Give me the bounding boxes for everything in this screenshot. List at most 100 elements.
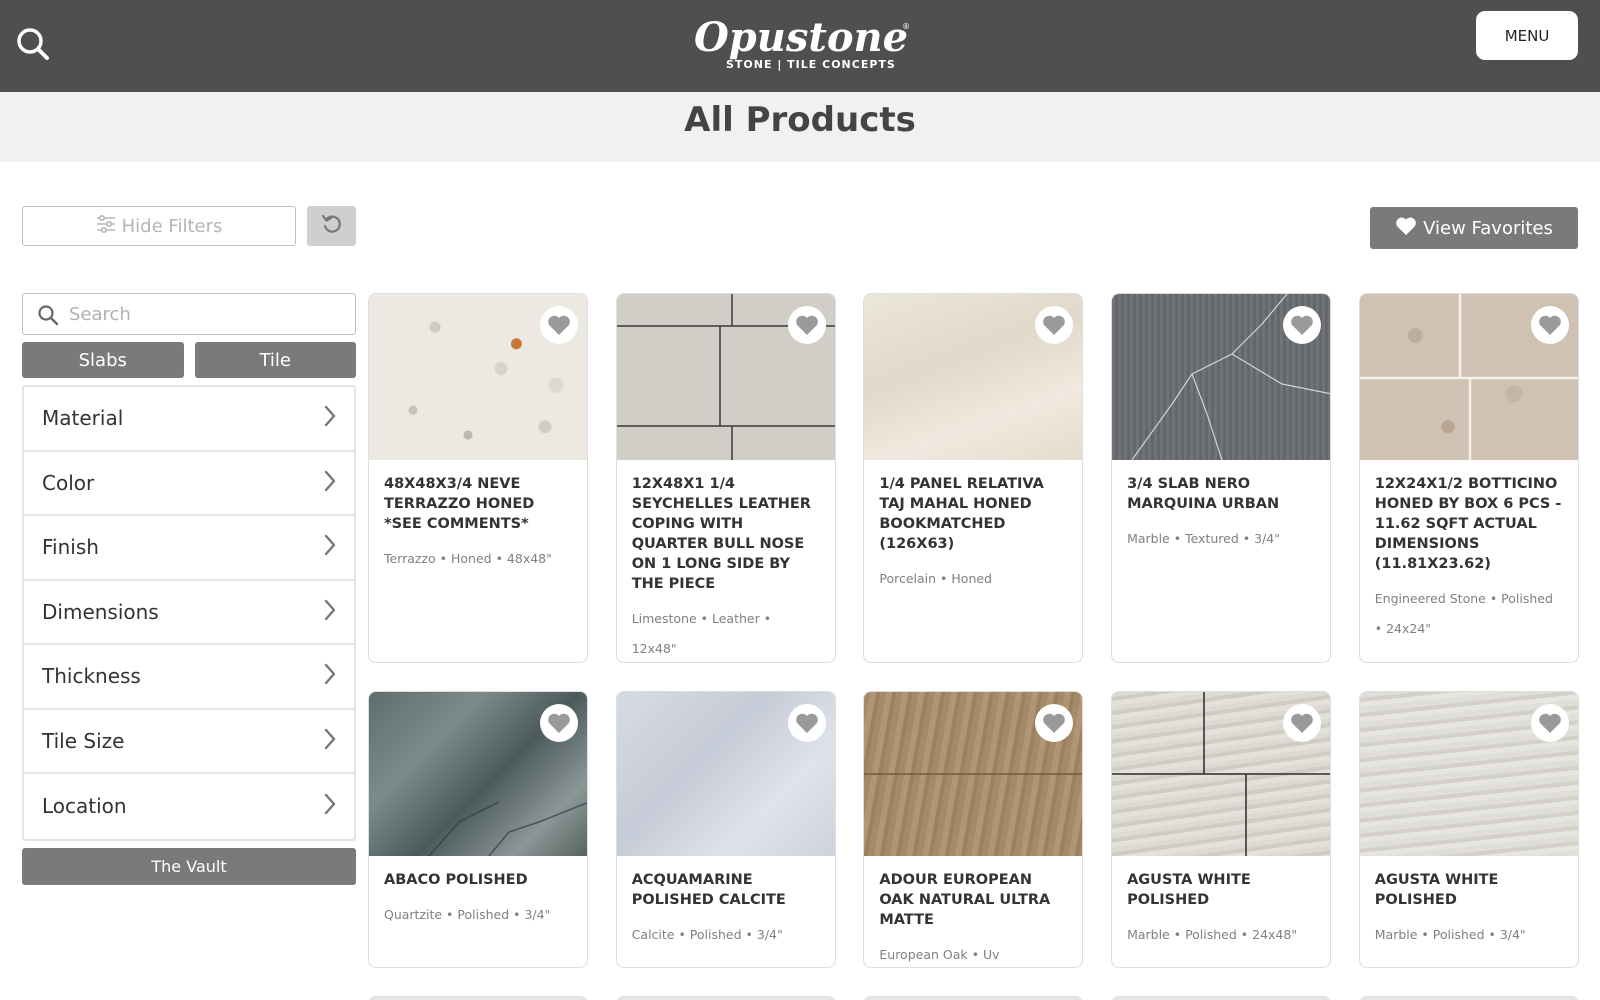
search-icon[interactable] [14, 25, 54, 65]
product-card[interactable]: 1/4 PANEL RELATIVA TAJ MAHAL HONED BOOKM… [863, 293, 1084, 663]
title-band: All Products [0, 92, 1600, 162]
product-title: ACQUAMARINE POLISHED CALCITE [631, 872, 786, 908]
filter-location[interactable]: Location [24, 774, 354, 839]
hide-filters-label: Hide Filters [121, 215, 223, 237]
product-card[interactable]: ACQUAMARINE POLISHED CALCITE Calcite • P… [615, 691, 836, 968]
filter-label: Finish [42, 535, 99, 560]
favorite-heart-button[interactable] [540, 306, 578, 344]
chevron-right-icon [324, 534, 336, 560]
product-title: 3/4 SLAB NERO MARQUINA URBAN [1127, 476, 1280, 512]
filter-label: Color [42, 470, 95, 495]
page-title: All Products [684, 100, 916, 140]
chevron-right-icon [324, 663, 336, 689]
undo-icon [321, 213, 343, 239]
sliders-icon [96, 214, 116, 238]
filter-label: Location [42, 794, 127, 819]
menu-button[interactable]: MENU [1476, 11, 1578, 60]
product-grid: 48X48X3/4 NEVE TERRAZZO HONED *SEE COMME… [368, 293, 1579, 1000]
product-title: 12X48X1 1/4 SEYCHELLES LEATHER COPING WI… [631, 476, 811, 592]
product-card[interactable]: 12X48X1 1/4 SEYCHELLES LEATHER COPING WI… [615, 293, 836, 663]
product-meta: Engineered Stone • Polished • 24x24" [1374, 591, 1553, 636]
product-image [369, 294, 587, 460]
filter-tile-size[interactable]: Tile Size [24, 710, 354, 774]
logo-wordmark: Opustone [693, 14, 909, 61]
filter-color[interactable]: Color [24, 452, 354, 516]
favorite-heart-button[interactable] [1530, 704, 1569, 742]
view-favorites-button[interactable]: View Favorites [1370, 207, 1578, 249]
reset-filters-button[interactable] [307, 206, 356, 246]
heart-icon [548, 315, 570, 335]
product-meta: Marble • Polished • 3/4" [1374, 927, 1526, 942]
slabs-button[interactable]: Slabs [22, 342, 184, 378]
heart-icon [795, 315, 818, 335]
hide-filters-button[interactable]: Hide Filters [22, 206, 296, 246]
logo-tagline: STONE | TILE CONCEPTS [726, 58, 896, 71]
search-icon [37, 304, 59, 330]
filter-label: Dimensions [42, 599, 159, 624]
filter-finish[interactable]: Finish [24, 516, 354, 581]
product-card-partial[interactable] [1111, 996, 1332, 1000]
favorite-heart-button[interactable] [787, 704, 826, 742]
the-vault-button[interactable]: The Vault [22, 847, 356, 885]
favorite-heart-button[interactable] [1283, 306, 1322, 344]
filter-dimensions[interactable]: Dimensions [24, 581, 354, 645]
product-card[interactable]: AGUSTA WHITE POLISHED Marble • Polished … [1111, 691, 1332, 968]
product-search-box [22, 293, 356, 335]
heart-icon [1291, 315, 1313, 335]
product-image [864, 294, 1083, 460]
product-meta: European Oak • Uv [879, 947, 1000, 962]
heart-icon [1043, 315, 1066, 335]
product-card[interactable]: AGUSTA WHITE POLISHED Marble • Polished … [1358, 691, 1579, 968]
product-card[interactable]: 12X24X1/2 BOTTICINO HONED BY BOX 6 PCS -… [1358, 293, 1579, 663]
product-card-partial[interactable] [368, 996, 588, 1000]
filter-label: Material [42, 406, 124, 431]
search-input[interactable] [69, 303, 339, 325]
top-header: Opustone ® STONE | TILE CONCEPTS MENU [0, 0, 1600, 92]
product-title: ADOUR EUROPEAN OAK NATURAL ULTRA MATTE [879, 872, 1051, 928]
logo-registered-mark: ® [902, 22, 910, 31]
filter-list: Material Color Finish Dimensions Thickne… [22, 385, 356, 841]
filter-thickness[interactable]: Thickness [24, 645, 354, 710]
product-card-partial[interactable] [615, 996, 836, 1000]
product-meta: Marble • Textured • 3/4" [1127, 531, 1280, 546]
product-meta: Marble • Polished • 24x48" [1127, 927, 1298, 942]
product-title: 12X24X1/2 BOTTICINO HONED BY BOX 6 PCS -… [1374, 476, 1562, 572]
chevron-right-icon [324, 405, 336, 431]
product-image [369, 692, 587, 856]
favorite-heart-button[interactable] [1283, 704, 1322, 742]
product-meta: Quartzite • Polished • 3/4" [384, 907, 551, 922]
product-card-partial[interactable] [863, 996, 1084, 1000]
product-title: AGUSTA WHITE POLISHED [1374, 872, 1499, 908]
product-card[interactable]: 48X48X3/4 NEVE TERRAZZO HONED *SEE COMME… [368, 293, 588, 663]
brand-logo[interactable]: Opustone ® STONE | TILE CONCEPTS [686, 16, 916, 76]
heart-icon [1395, 216, 1417, 241]
product-card[interactable]: ADOUR EUROPEAN OAK NATURAL ULTRA MATTE E… [863, 691, 1084, 968]
heart-icon [1291, 713, 1313, 733]
filter-label: Thickness [42, 664, 141, 689]
product-title: AGUSTA WHITE POLISHED [1127, 872, 1251, 908]
product-card[interactable]: ABACO POLISHED Quartzite • Polished • 3/… [368, 691, 588, 968]
product-card-partial[interactable] [1358, 996, 1579, 1000]
product-meta: Terrazzo • Honed • 48x48" [384, 551, 552, 566]
heart-icon [1538, 315, 1561, 335]
product-card[interactable]: 3/4 SLAB NERO MARQUINA URBAN Marble • Te… [1111, 293, 1332, 663]
filter-label: Tile Size [42, 728, 125, 753]
product-image [616, 692, 835, 856]
tile-button[interactable]: Tile [194, 342, 356, 378]
view-favorites-label: View Favorites [1423, 217, 1553, 239]
product-image [616, 294, 835, 460]
favorite-heart-button[interactable] [787, 306, 826, 344]
favorite-heart-button[interactable] [1035, 306, 1074, 344]
heart-icon [795, 713, 818, 733]
chevron-right-icon [324, 793, 336, 819]
heart-icon [548, 713, 570, 733]
product-title: 48X48X3/4 NEVE TERRAZZO HONED *SEE COMME… [384, 476, 535, 532]
product-image [1359, 294, 1578, 460]
favorite-heart-button[interactable] [540, 704, 578, 742]
favorite-heart-button[interactable] [1530, 306, 1569, 344]
heart-icon [1043, 713, 1066, 733]
product-meta: Limestone • Leather • 12x48" [631, 611, 772, 656]
filter-material[interactable]: Material [24, 387, 354, 452]
product-title: 1/4 PANEL RELATIVA TAJ MAHAL HONED BOOKM… [879, 476, 1044, 552]
type-toggle-group: Slabs Tile [22, 342, 356, 378]
